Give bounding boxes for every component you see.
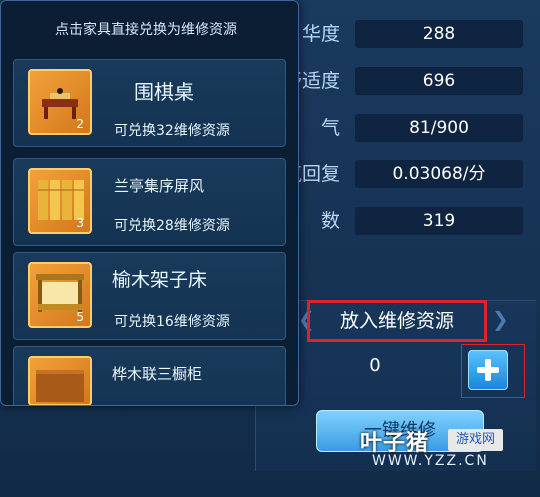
stat-value: 81/900 — [355, 114, 523, 142]
item-exchange-value: 可兑换28维修资源 — [114, 218, 230, 234]
watermark-tag: 游戏网 — [448, 429, 503, 451]
resource-count: 0 — [369, 355, 381, 376]
popup-title: 点击家具直接兑换为维修资源 — [55, 22, 237, 38]
item-exchange-value: 可兑换32维修资源 — [114, 123, 230, 139]
item-name: 榆木架子床 — [112, 269, 208, 291]
furniture-item[interactable]: 桦木联三橱柜 — [13, 346, 286, 405]
ornament-right-icon: ❯ — [492, 307, 509, 331]
furniture-item[interactable]: 2 围棋桌 可兑换32维修资源 — [13, 59, 286, 147]
site-watermark: 叶子猪 游戏网 WWW.YZZ.CN — [360, 425, 520, 480]
item-exchange-value: 可兑换16维修资源 — [114, 314, 230, 330]
watermark-url: WWW.YZZ.CN — [372, 453, 489, 469]
item-name: 围棋桌 — [134, 80, 194, 104]
cabinet-icon — [28, 356, 92, 405]
add-repair-resource-label: 放入维修资源 — [307, 300, 487, 342]
furniture-exchange-popup: 点击家具直接兑换为维修资源 2 围棋桌 可兑换32维修资源 3 兰亭集序屏风 可… — [0, 0, 299, 406]
furniture-item[interactable]: 3 兰亭集序屏风 可兑换28维修资源 — [13, 158, 286, 246]
item-quantity: 2 — [76, 117, 84, 131]
item-quantity: 5 — [76, 310, 84, 324]
stat-value: 319 — [355, 207, 523, 235]
folding-screen-icon: 3 — [28, 168, 92, 234]
canopy-bed-icon: 5 — [28, 262, 92, 328]
go-table-icon: 2 — [28, 69, 92, 135]
furniture-item[interactable]: 5 榆木架子床 可兑换16维修资源 — [13, 252, 286, 340]
stat-value: 0.03068/分 — [355, 160, 523, 188]
item-name: 桦木联三橱柜 — [112, 365, 203, 383]
add-resource-button[interactable] — [468, 350, 508, 390]
item-name: 兰亭集序屏风 — [114, 177, 205, 195]
stat-value: 288 — [355, 20, 523, 48]
item-quantity: 3 — [76, 216, 84, 230]
stat-value: 696 — [355, 67, 523, 95]
